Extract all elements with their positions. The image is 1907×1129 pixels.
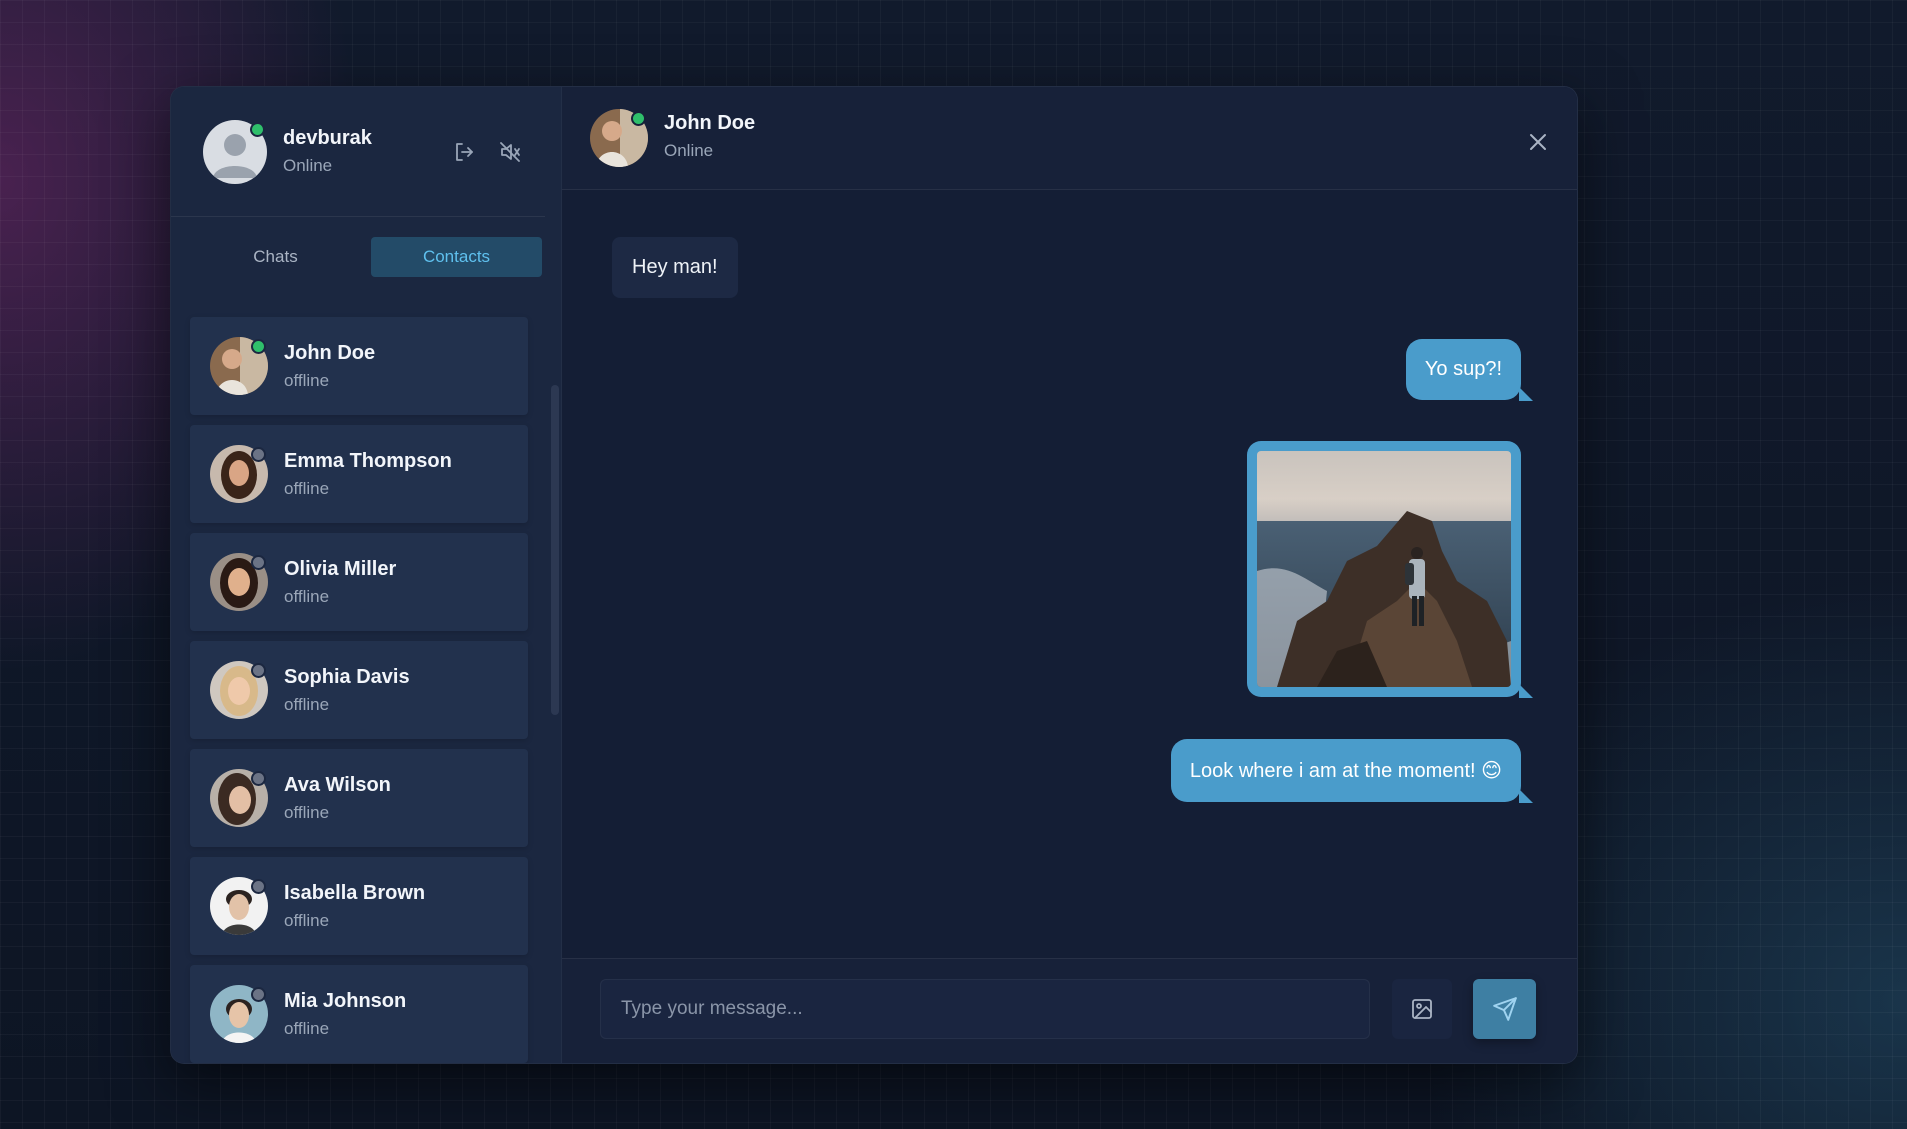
contact-name: Sophia Davis [284,665,410,688]
avatar [210,445,268,503]
outgoing-message: Yo sup?! [1405,339,1533,401]
contact-name: John Doe [284,341,376,364]
outgoing-image-message[interactable] [1247,441,1533,698]
volume-off-icon [500,142,520,162]
logout-button[interactable] [451,139,477,165]
contact-status: offline [284,478,330,498]
contact-name: Ava Wilson [284,773,391,796]
avatar [210,877,268,935]
contact-item[interactable]: Mia Johnson offline [190,965,528,1063]
avatar [210,769,268,827]
contact-item[interactable]: Sophia Davis offline [190,641,528,739]
contact-name: Olivia Miller [284,557,397,580]
avatar [210,661,268,719]
chat-contact-avatar [590,109,648,167]
message-photo[interactable] [1257,451,1511,687]
incoming-message: Hey man! [612,237,738,298]
status-indicator [251,987,266,1002]
status-indicator [251,555,266,570]
chat-header: John Doe Online [562,87,1577,190]
contact-name: Isabella Brown [284,881,426,904]
send-icon [1492,997,1517,1021]
status-indicator [251,663,266,678]
user-profile: devburak Online [171,87,545,217]
contact-status: offline [284,910,330,930]
avatar [210,337,268,395]
contact-item[interactable]: Olivia Miller offline [190,533,528,631]
chat-pane: John Doe Online Hey man! Yo sup?! Look w… [562,87,1577,1063]
contact-item[interactable]: Ava Wilson offline [190,749,528,847]
sidebar-tabs: Chats Contacts [171,217,561,277]
message-text: Yo sup?! [1424,358,1502,380]
contact-item[interactable]: Isabella Brown offline [190,857,528,955]
username: devburak [283,127,372,149]
mute-button[interactable] [497,139,523,165]
online-indicator [631,111,646,126]
contact-name: Mia Johnson [284,989,407,1012]
avatar [210,553,268,611]
online-indicator [250,121,265,137]
contact-item[interactable]: Emma Thompson offline [190,425,528,523]
close-chat-button[interactable] [1525,129,1551,155]
online-indicator [251,339,266,354]
contact-list: John Doe offline Emma Thompson offline O… [190,317,528,1063]
chat-app-window: devburak Online Chats Contacts John Doe … [170,86,1578,1064]
image-icon [1412,999,1432,1019]
chat-contact-status: Online [664,140,714,160]
user-status: Online [283,156,333,175]
attach-image-button[interactable] [1392,979,1452,1039]
message-composer [562,958,1577,1063]
logout-icon [456,143,473,161]
contact-status: offline [284,1018,330,1038]
user-avatar [203,119,267,184]
contact-status: offline [284,370,330,390]
sidebar: devburak Online Chats Contacts John Doe … [171,87,562,1063]
contact-item[interactable]: John Doe offline [190,317,528,415]
tab-chats[interactable]: Chats [190,237,361,277]
close-icon [1530,134,1546,150]
contact-status: offline [284,802,330,822]
contact-status: offline [284,694,330,714]
message-input[interactable] [600,979,1370,1039]
tab-contacts[interactable]: Contacts [371,237,542,277]
message-text: Look where i am at the moment! 😊 [1189,760,1502,782]
chat-contact-name: John Doe [664,111,756,134]
outgoing-message: Look where i am at the moment! 😊 [1170,739,1533,803]
contact-name: Emma Thompson [284,449,452,472]
contact-list-scrollbar[interactable] [551,385,559,715]
contact-status: offline [284,586,330,606]
status-indicator [251,879,266,894]
send-button[interactable] [1473,979,1536,1039]
status-indicator [251,447,266,462]
avatar [210,985,268,1043]
status-indicator [251,771,266,786]
